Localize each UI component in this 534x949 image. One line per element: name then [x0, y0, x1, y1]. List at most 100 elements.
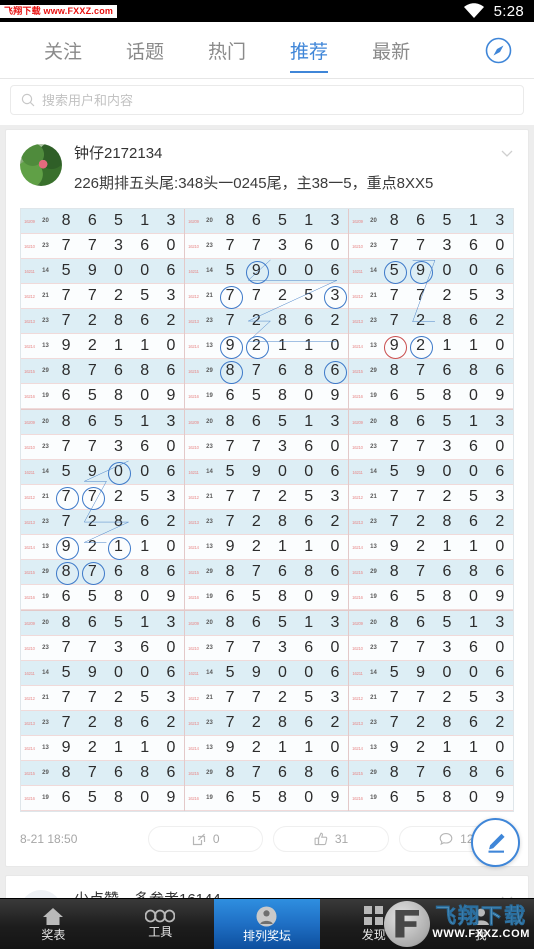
lottery-digit: 1	[468, 614, 478, 631]
lottery-digit: 7	[416, 689, 426, 706]
lottery-digit: 0	[278, 463, 287, 480]
lottery-digit: 3	[166, 287, 176, 304]
status-bar: 飞翔下载 www.FXXZ.com 5:28	[0, 0, 534, 22]
count-label: 29	[42, 569, 49, 575]
count-label: 20	[206, 419, 213, 425]
tab-remen[interactable]: 热门	[186, 22, 268, 79]
tab-label: 热门	[208, 42, 247, 63]
lottery-digit: 8	[114, 789, 123, 806]
lottery-row: 16210 23 7 7 3 6 0	[185, 636, 348, 661]
lottery-digit: 8	[140, 764, 150, 781]
lottery-digit: 2	[114, 287, 123, 304]
lottery-digit: 3	[114, 639, 123, 656]
count-label: 23	[370, 645, 377, 651]
compose-button[interactable]	[471, 818, 520, 867]
lottery-digit: 7	[61, 237, 71, 254]
lottery-digit: 9	[251, 664, 261, 681]
lottery-digit: 8	[468, 362, 478, 379]
lottery-digit: 9	[251, 463, 261, 480]
lottery-digit: 2	[166, 714, 176, 731]
tab-guanzhu[interactable]: 关注	[22, 22, 104, 79]
lottery-digit: 8	[278, 588, 287, 605]
post-image[interactable]: 16209 20 8 6 5 1 3 16210 23 7 7 3 6 0 16211 14 5 9 0 0 6 1621…	[20, 208, 514, 812]
lottery-digit: 3	[442, 237, 452, 254]
lottery-block: 16209 20 8 6 5 1 3 16210 23 7 7 3 6 0 16211 14 5 9 0 0 6 1621…	[21, 611, 185, 811]
lottery-digit: 2	[416, 714, 426, 731]
like-button[interactable]: 31	[273, 826, 389, 852]
period-label: 16214	[24, 544, 35, 550]
compass-button[interactable]	[478, 22, 518, 79]
lottery-digit: 6	[166, 463, 176, 480]
lottery-digit: 8	[389, 212, 399, 229]
lottery-digit: 2	[87, 513, 97, 530]
period-label: 16210	[188, 444, 199, 450]
lottery-digit: 5	[61, 463, 71, 480]
lottery-digit: 5	[114, 212, 123, 229]
period-label: 16211	[188, 268, 199, 274]
tab-huati[interactable]: 话题	[104, 22, 186, 79]
lottery-digit: 7	[389, 237, 399, 254]
nav-label: 奖表	[41, 927, 66, 942]
period-label: 16216	[352, 393, 363, 399]
search-input[interactable]	[42, 92, 513, 108]
lottery-digit: 8	[442, 588, 452, 605]
avatar[interactable]	[20, 144, 62, 186]
lottery-digit: 8	[140, 362, 150, 379]
count-label: 23	[206, 645, 213, 651]
lottery-digit: 1	[140, 739, 150, 756]
lottery-digit: 7	[389, 639, 399, 656]
chevron-down-icon[interactable]	[500, 146, 514, 160]
lottery-digit: 6	[442, 563, 452, 580]
lottery-digit: 7	[389, 513, 399, 530]
lottery-row: 16209 20 8 6 5 1 3	[349, 410, 513, 435]
tab-tuijian[interactable]: 推荐	[268, 22, 350, 79]
nav-item-gongju[interactable]: 工具	[107, 899, 214, 949]
nav-item-pailiejiangtan[interactable]: 排列奖坛	[213, 899, 321, 949]
lottery-digit: 3	[278, 639, 287, 656]
lottery-digit: 8	[304, 563, 314, 580]
tab-zuixin[interactable]: 最新	[350, 22, 432, 79]
count-label: 23	[370, 519, 377, 525]
count-label: 23	[206, 318, 213, 324]
period-label: 16216	[24, 393, 35, 399]
lottery-digit: 1	[140, 538, 150, 555]
period-label: 16212	[188, 494, 199, 500]
lottery-digit: 3	[495, 488, 505, 505]
lottery-digit: 7	[87, 764, 97, 781]
nav-item-wo[interactable]: 我	[427, 899, 534, 949]
lottery-digit: 5	[225, 463, 235, 480]
lottery-digit: 8	[389, 563, 399, 580]
period-label: 16213	[352, 519, 363, 525]
lottery-digit: 2	[442, 689, 452, 706]
count-label: 19	[206, 393, 213, 399]
lottery-digit: 7	[389, 714, 399, 731]
lottery-row: 16214 13 9 2 1 1 0	[349, 535, 513, 560]
period-label: 16216	[24, 795, 35, 801]
nav-item-jiangbiao[interactable]: 奖表	[0, 899, 107, 949]
lottery-row: 16209 20 8 6 5 1 3	[185, 209, 348, 234]
nav-item-faxian[interactable]: 发现	[320, 899, 427, 949]
share-button[interactable]: 0	[148, 826, 264, 852]
lottery-digit: 7	[217, 285, 243, 309]
search-box[interactable]	[10, 85, 524, 115]
lottery-digit: 6	[468, 312, 478, 329]
post-feed[interactable]: 钟仔2172134 226期排五头尾:348头一0245尾，主38一5，重点8X…	[0, 125, 534, 949]
lottery-digit: 0	[114, 262, 123, 279]
home-icon	[43, 907, 64, 925]
period-label: 16209	[24, 218, 35, 224]
lottery-digit: 6	[278, 362, 287, 379]
post-username[interactable]: 钟仔2172134	[74, 144, 492, 164]
period-label: 16211	[24, 268, 35, 274]
edit-pencil-icon	[488, 833, 505, 853]
count-label: 14	[206, 469, 213, 475]
count-label: 20	[206, 218, 213, 224]
lottery-digit: 0	[140, 664, 150, 681]
lottery-digit: 6	[389, 387, 399, 404]
lottery-digit: 7	[416, 287, 426, 304]
lottery-digit: 2	[114, 488, 123, 505]
lottery-digit: 0	[114, 664, 123, 681]
lottery-digit: 6	[416, 212, 426, 229]
lottery-digit: 1	[105, 536, 132, 560]
lottery-digit: 1	[304, 212, 314, 229]
lottery-digit: 3	[442, 639, 452, 656]
